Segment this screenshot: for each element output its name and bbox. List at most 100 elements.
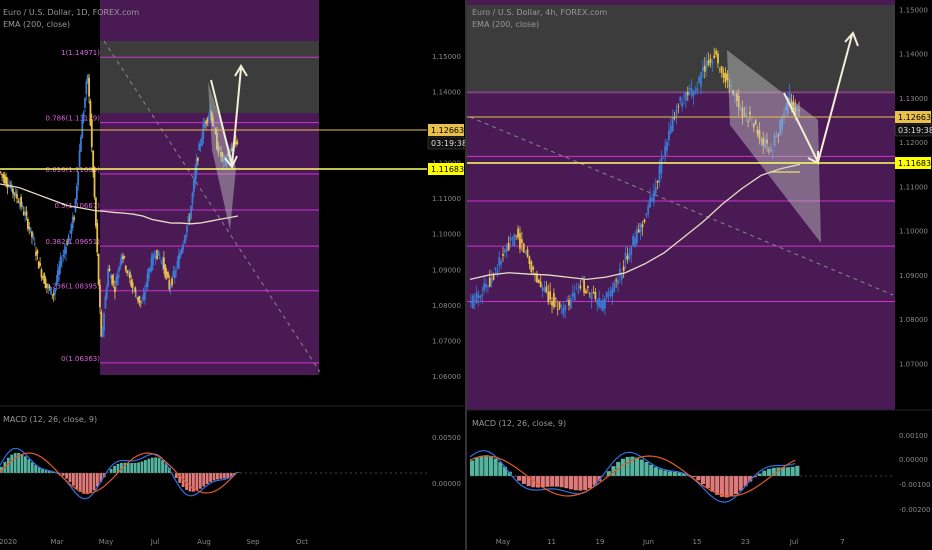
candle-body xyxy=(705,59,708,70)
candle-body xyxy=(490,278,493,283)
candle-body xyxy=(632,235,635,246)
candle-body xyxy=(617,280,619,285)
candle-body xyxy=(39,263,42,266)
candle-body xyxy=(498,257,501,266)
candle-body xyxy=(585,290,587,294)
candle-body xyxy=(656,180,659,183)
chart-canvas[interactable]: 1(1.14971)0.786(1.13129)0.618(1.11683)0.… xyxy=(0,0,932,550)
y-tick-label: 1.14000 xyxy=(432,89,461,97)
candle-body xyxy=(123,256,126,257)
macd-histogram-bar xyxy=(222,473,226,479)
candle-body xyxy=(17,201,20,203)
candle-body xyxy=(104,296,107,309)
candle-body xyxy=(90,119,93,148)
macd-histogram-bar xyxy=(24,456,27,473)
candle-body xyxy=(528,256,531,264)
macd-histogram-bar xyxy=(790,466,795,476)
candle-body xyxy=(175,271,178,273)
macd-histogram-bar xyxy=(762,470,767,476)
macd-histogram-bar xyxy=(554,476,559,487)
candle-body xyxy=(677,106,680,108)
candle-body xyxy=(36,250,39,254)
candle-body xyxy=(73,217,76,220)
macd-histogram-bar xyxy=(205,473,209,485)
macd-histogram-bar xyxy=(658,469,663,476)
candle-body xyxy=(718,69,721,70)
macd-histogram-bar xyxy=(474,457,479,476)
macd-y-tick-label: 0.00100 xyxy=(899,432,928,440)
candle-body xyxy=(5,176,8,185)
candle-body xyxy=(660,158,663,174)
candle-body xyxy=(607,294,610,297)
macd-histogram-bar xyxy=(785,467,790,476)
candle-body xyxy=(526,249,529,257)
macd-histogram-bar xyxy=(767,468,772,476)
candle-body xyxy=(556,309,559,311)
macd-histogram-bar xyxy=(672,471,677,476)
candle-body xyxy=(74,198,77,212)
candle-body xyxy=(700,71,702,87)
macd-histogram-bar xyxy=(68,473,72,483)
candle-body xyxy=(686,91,689,96)
macd-histogram-bar xyxy=(705,476,710,488)
candle-body xyxy=(602,300,604,311)
macd-histogram-bar xyxy=(157,458,161,473)
candle-body xyxy=(33,243,36,245)
candle-body xyxy=(471,295,474,309)
candle-body xyxy=(143,291,146,300)
candle-body xyxy=(40,269,43,278)
macd-histogram-bar xyxy=(126,462,130,473)
candle-body xyxy=(164,264,167,278)
macd-y-tick-label: 0.00000 xyxy=(899,456,928,464)
macd-histogram-bar xyxy=(89,473,92,493)
y-tick-label: 1.10000 xyxy=(899,228,928,236)
candle-body xyxy=(547,291,550,303)
candle-body xyxy=(571,292,574,297)
candle-body xyxy=(630,246,633,255)
macd-histogram-bar xyxy=(729,476,734,497)
candle-body xyxy=(637,229,640,233)
candle-body xyxy=(496,271,499,274)
candle-body xyxy=(483,283,486,291)
candle-body xyxy=(107,269,110,287)
candle-body xyxy=(94,197,97,226)
y-tick-label: 1.08000 xyxy=(899,316,928,324)
candle-body xyxy=(575,287,578,289)
candle-body xyxy=(12,188,14,193)
candle-body xyxy=(139,301,142,303)
candle-body xyxy=(666,141,668,151)
candle-body xyxy=(16,194,18,199)
candle-body xyxy=(679,96,682,102)
candle-body xyxy=(513,234,516,247)
candle-body xyxy=(715,50,717,55)
candle-body xyxy=(503,249,506,253)
candle-body xyxy=(128,272,131,279)
candle-body xyxy=(590,293,593,300)
macd-histogram-bar xyxy=(625,456,630,476)
macd-histogram-bar xyxy=(559,476,564,488)
y-tick-label: 1.06000 xyxy=(432,373,461,381)
macd-histogram-bar xyxy=(198,473,202,489)
candle-body xyxy=(105,287,108,299)
macd-histogram-bar xyxy=(715,476,720,495)
candle-body xyxy=(481,294,484,297)
y-tick-label: 1.11000 xyxy=(899,183,928,191)
candle-body xyxy=(167,272,169,278)
x-tick-label: 19 xyxy=(596,538,605,546)
candle-body xyxy=(509,237,512,241)
candle-body xyxy=(568,299,570,306)
candle-body xyxy=(662,158,665,159)
x-tick-label: Jun xyxy=(642,538,654,546)
candle-body xyxy=(641,224,644,228)
y-tick-label: 1.13000 xyxy=(899,95,928,103)
candle-body xyxy=(112,280,115,282)
candle-body xyxy=(88,77,90,97)
y-tick-label: 1.10000 xyxy=(432,231,461,239)
candle-body xyxy=(598,298,601,308)
macd-histogram-bar xyxy=(569,476,574,490)
candle-body xyxy=(553,293,555,308)
candle-body xyxy=(477,295,480,298)
candle-body xyxy=(545,286,548,293)
candle-body xyxy=(80,137,82,152)
candle-body xyxy=(564,305,567,311)
